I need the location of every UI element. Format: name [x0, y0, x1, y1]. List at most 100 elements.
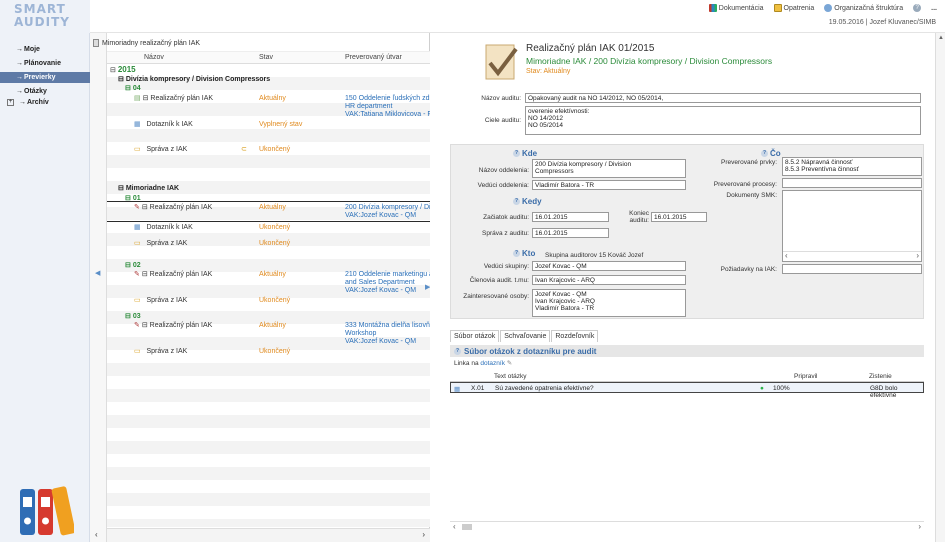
req-label: Požiadavky na IAK: — [720, 266, 777, 273]
help-icon[interactable]: ? — [513, 250, 520, 257]
arrow-icon: → — [16, 88, 23, 95]
org-link[interactable]: Organizačná štruktúra — [824, 4, 903, 12]
nav-item-previerky[interactable]: → Previerky — [0, 72, 90, 83]
head-field[interactable]: Vladimír Batora - TR — [532, 180, 686, 190]
tree-row-report-3[interactable]: ▭ Správa z IAK — [134, 297, 187, 305]
row-unit[interactable]: 210 Oddelenie marketingu a — [345, 271, 433, 279]
tree-row-report-4[interactable]: ▭ Správa z IAK — [134, 348, 187, 356]
tab-distribution[interactable]: Rozdeľovník — [551, 330, 599, 342]
help-icon[interactable]: ? — [513, 150, 520, 157]
col-name[interactable]: Názov — [144, 54, 164, 61]
group-02[interactable]: ⊟ 02 — [125, 262, 141, 270]
col-zist[interactable]: Zistenie — [869, 373, 892, 380]
collapse-icon[interactable]: ⊟ — [118, 76, 126, 83]
row-unit[interactable]: VAK:Jozef Kovac - QM — [345, 212, 416, 220]
report-field[interactable]: 16.01.2015 — [532, 228, 609, 238]
tree-row-plan-3[interactable]: ✎ ⊟ Realizačný plán IAK — [134, 271, 212, 279]
questionnaire-link[interactable]: dotazník — [480, 360, 505, 367]
tree-row-plan-1[interactable]: ▤ ⊟ Realizačný plán IAK — [134, 95, 213, 103]
edit-icon[interactable]: ✎ — [507, 360, 512, 367]
docs-link[interactable]: Dokumentácia — [708, 4, 764, 12]
col-text[interactable]: Text otázky — [494, 373, 527, 380]
detail-horizontal-scrollbar[interactable]: ‹ › — [450, 521, 924, 531]
stake-field[interactable]: Jozef Kovac - QM Ivan Krajcovic - ARQ Vlad… — [532, 289, 686, 317]
start-field[interactable]: 16.01.2015 — [532, 212, 609, 222]
help-icon[interactable]: ? — [513, 198, 520, 205]
row-unit[interactable]: VAK:Jozef Kovac - QM — [345, 338, 416, 346]
collapse-icon[interactable]: ⊟ — [125, 262, 133, 269]
group-04[interactable]: ⊟ 04 — [125, 85, 141, 93]
scroll-right-icon[interactable]: › — [918, 522, 921, 531]
expand-icon[interactable]: + — [7, 99, 14, 106]
scroll-left-icon[interactable]: ‹ — [785, 252, 788, 260]
scroll-up-icon[interactable]: ▲ — [938, 35, 944, 41]
smk-list[interactable]: ‹ › — [782, 190, 922, 262]
help-icon[interactable]: ? — [761, 150, 768, 157]
row-unit[interactable]: Workshop — [345, 330, 376, 338]
chevron-left-icon[interactable]: ◀ — [95, 269, 100, 277]
col-prep[interactable]: Pripravil — [794, 373, 817, 380]
row-unit[interactable]: and Sales Department — [345, 279, 415, 287]
tab-questions[interactable]: Súbor otázok — [450, 330, 500, 342]
division-node[interactable]: ⊟ Divízia kompresory / Division Compress… — [118, 76, 270, 84]
tree-row-report-1[interactable]: ▭ Správa z IAK — [134, 146, 187, 154]
smk-scrollbar[interactable]: ‹ › — [783, 251, 921, 261]
collapse-icon[interactable]: ⊟ — [125, 313, 133, 320]
row-unit[interactable]: HR department — [345, 103, 392, 111]
logo[interactable]: SMART AUDITY — [0, 0, 90, 33]
nav-item-archiv[interactable]: + → Archív — [0, 97, 90, 108]
group-mimoriadne[interactable]: ⊟ Mimoriadne IAK — [118, 185, 179, 193]
nav-item-otazky[interactable]: → Otázky — [0, 86, 90, 97]
lead-field[interactable]: Jozef Kovac - QM — [532, 261, 686, 271]
collapse-icon[interactable]: ⊟ — [110, 67, 118, 74]
tree-row-plan-2[interactable]: ✎ ⊟ Realizačný plán IAK — [134, 204, 212, 212]
scroll-left-icon[interactable]: ‹ — [95, 530, 98, 539]
processes-field[interactable] — [782, 178, 922, 188]
sidebar-collapse-bar[interactable]: ◀ — [90, 33, 107, 542]
collapse-icon[interactable]: ⊟ — [125, 85, 133, 92]
lead-label: Vedúci skupiny: — [483, 263, 529, 270]
audit-name-field[interactable]: Opakovaný audit na NO 14/2012, NO 05/201… — [525, 93, 921, 103]
docs-label: Dokumentácia — [718, 4, 764, 12]
row-state: Aktuálny — [259, 204, 286, 211]
help-icon[interactable]: ? — [454, 347, 461, 355]
row-unit[interactable]: VAK:Tatiana Miklovicova - F — [345, 111, 432, 119]
group-label: 03 — [132, 313, 141, 320]
right-scrollbar[interactable]: ▲ — [935, 33, 945, 542]
tree-row-quest-1[interactable]: ▦ Dotazník k IAK — [134, 121, 193, 129]
col-unit[interactable]: Preverovaný útvar — [345, 54, 402, 61]
group-label: Mimoriadne IAK — [125, 185, 180, 192]
tree-row-report-2[interactable]: ▭ Správa z IAK — [134, 240, 187, 248]
more-button[interactable]: ... — [931, 5, 937, 12]
actions-link[interactable]: Opatrenia — [773, 4, 814, 12]
scroll-thumb[interactable] — [462, 524, 472, 530]
scroll-right-icon[interactable]: › — [916, 252, 919, 260]
nav-item-planovanie[interactable]: → Plánovanie — [0, 58, 90, 69]
row-unit[interactable]: 150 Oddelenie ľudských zdr — [345, 95, 432, 103]
dept-field[interactable]: 200 Divízia kompresory / Division Compres… — [532, 159, 686, 178]
scroll-left-icon[interactable]: ‹ — [453, 522, 456, 531]
row-unit[interactable]: 200 Divízia kompresory / Di — [345, 204, 431, 212]
year-node[interactable]: ⊟ 2015 — [110, 66, 136, 75]
row-unit[interactable]: VAK:Jozef Kovac - QM — [345, 287, 416, 295]
row-name: Realizačný plán IAK — [150, 95, 214, 102]
row-name: Správa z IAK — [146, 297, 188, 304]
req-field[interactable] — [782, 264, 922, 274]
help-button[interactable]: ? — [913, 4, 922, 12]
tree-horizontal-scrollbar[interactable]: ‹ › — [95, 528, 430, 542]
tree-row-quest-2[interactable]: ▦ Dotazník k IAK — [134, 224, 193, 232]
end-field[interactable]: 16.01.2015 — [651, 212, 707, 222]
row-unit[interactable]: 333 Montážna dielňa lisovňa — [345, 322, 434, 330]
group-03[interactable]: ⊟ 03 — [125, 313, 141, 321]
collapse-icon[interactable]: ⊟ — [118, 185, 126, 192]
tree-row-plan-4[interactable]: ✎ ⊟ Realizačný plán IAK — [134, 322, 212, 330]
nav-item-moje[interactable]: → Moje — [0, 44, 90, 55]
table-row[interactable]: ▦ X.01 Sú zavedené opatrenia efektívne? … — [450, 382, 924, 399]
elements-field[interactable]: 8.5.2 Nápravná činnosť 8.5.3 Preventívna … — [782, 157, 922, 176]
members-field[interactable]: Ivan Krajcovic - ARQ — [532, 275, 686, 285]
tab-approval[interactable]: Schvaľovanie — [500, 330, 551, 342]
scroll-right-icon[interactable]: › — [422, 530, 425, 539]
col-state[interactable]: Stav — [259, 54, 273, 61]
goals-field[interactable]: overenie efektívnosti: NO 14/2012 NO 05/… — [525, 106, 921, 135]
top-bar: SMART AUDITY Dokumentácia Opatrenia Orga… — [0, 0, 945, 33]
